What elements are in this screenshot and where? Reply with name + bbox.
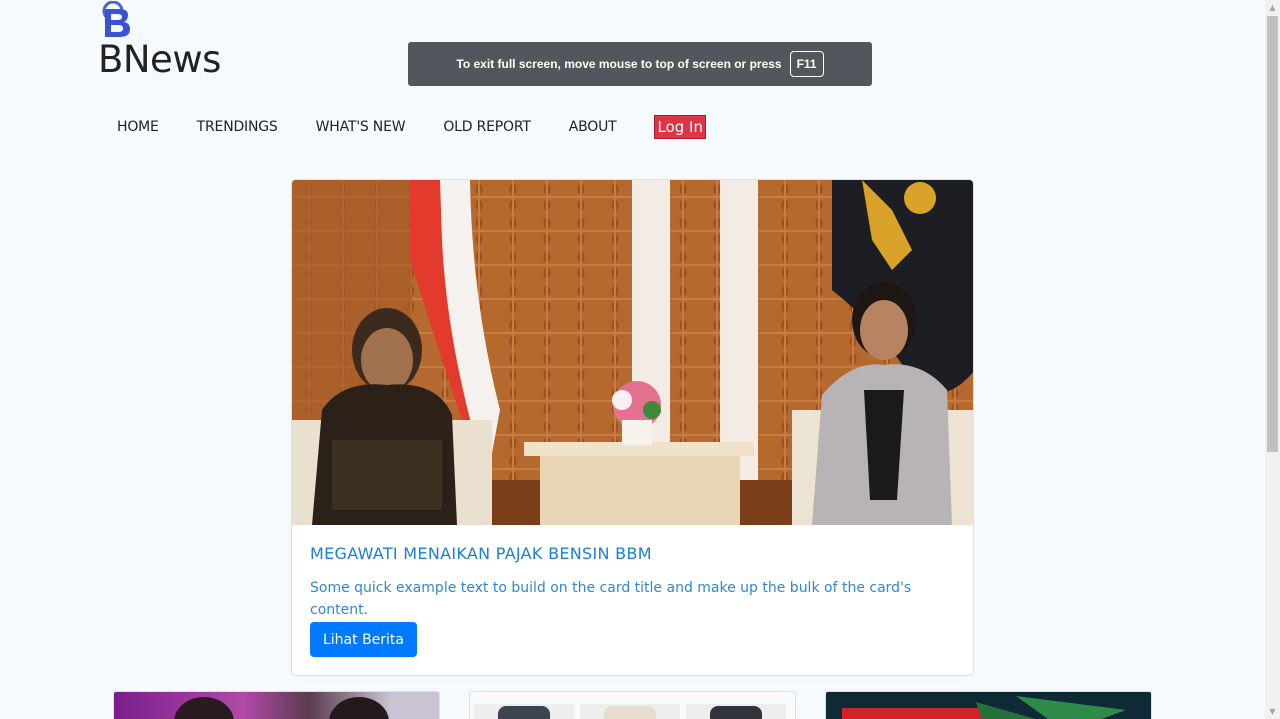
scroll-up-arrow-icon[interactable]: ▲ <box>1265 0 1280 15</box>
brand-name[interactable]: BNews <box>98 38 221 81</box>
featured-news-card: MEGAWATI MENAIKAN PAJAK BENSIN BBM Some … <box>291 179 974 676</box>
news-card-thumbnail[interactable] <box>825 691 1152 719</box>
featured-news-title[interactable]: MEGAWATI MENAIKAN PAJAK BENSIN BBM <box>310 544 652 563</box>
nav-whats-new[interactable]: WHAT'S NEW <box>316 119 406 135</box>
news-thumbnail-image <box>842 696 1126 719</box>
news-photo-illustration <box>292 180 973 525</box>
scroll-thumb[interactable] <box>1267 16 1278 452</box>
b-logo-icon[interactable] <box>100 1 134 39</box>
f11-key-badge: F11 <box>789 51 824 77</box>
featured-news-image[interactable] <box>292 180 973 525</box>
login-button[interactable]: Log In <box>654 115 706 139</box>
scroll-down-arrow-icon[interactable]: ▼ <box>1265 704 1280 719</box>
page-scrollbar[interactable]: ▲ ▼ <box>1265 0 1280 719</box>
news-card-thumbnail[interactable] <box>113 691 440 719</box>
news-thumbnail-image <box>474 704 786 719</box>
fullscreen-notice-text: To exit full screen, move mouse to top o… <box>456 57 782 71</box>
view-news-button[interactable]: Lihat Berita <box>310 622 417 657</box>
fullscreen-notice: To exit full screen, move mouse to top o… <box>408 42 872 86</box>
nav-home[interactable]: HOME <box>117 119 159 135</box>
nav-trendings[interactable]: TRENDINGS <box>197 119 278 135</box>
nav-about[interactable]: ABOUT <box>569 119 617 135</box>
featured-news-excerpt: Some quick example text to build on the … <box>310 580 912 618</box>
news-card-thumbnail[interactable] <box>469 691 796 719</box>
nav-old-report[interactable]: OLD REPORT <box>443 119 531 135</box>
main-nav: HOME TRENDINGS WHAT'S NEW OLD REPORT ABO… <box>117 114 706 139</box>
news-thumbnail-image <box>174 697 389 719</box>
